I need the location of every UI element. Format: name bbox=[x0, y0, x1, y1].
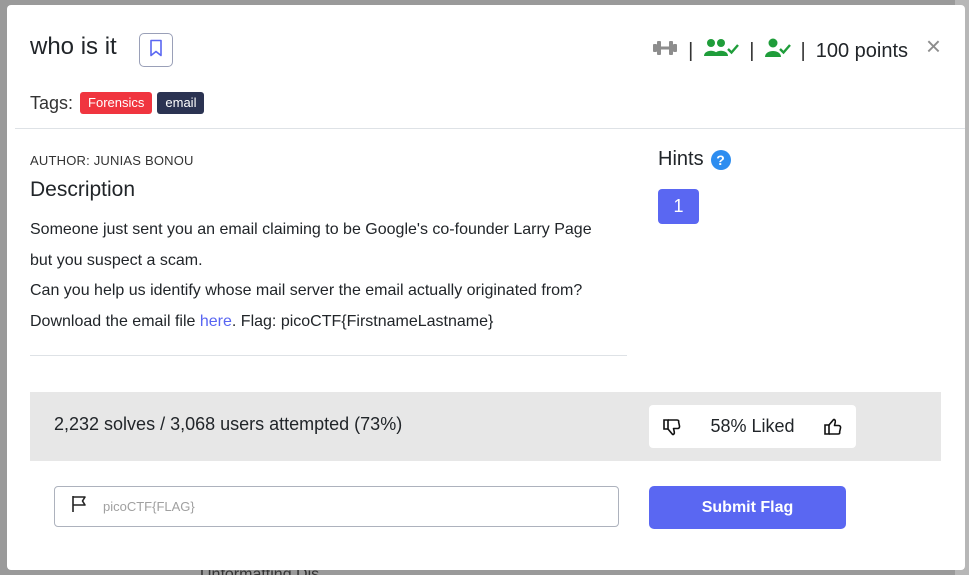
tags-label: Tags: bbox=[30, 92, 74, 113]
author-label: AUTHOR: JUNIAS BONOU bbox=[30, 153, 194, 168]
meta-separator: | bbox=[800, 39, 806, 62]
meta-separator: | bbox=[749, 39, 755, 62]
meta-separator: | bbox=[688, 39, 694, 62]
description-line: but you suspect a scam. bbox=[30, 251, 203, 269]
hint-button-1[interactable]: 1 bbox=[658, 189, 699, 224]
description-heading: Description bbox=[30, 178, 136, 201]
download-link[interactable]: here bbox=[200, 313, 232, 330]
thumbs-down-icon[interactable] bbox=[662, 417, 682, 437]
section-divider bbox=[30, 355, 627, 356]
solves-count: 2,232 solves / 3,068 users attempted (73… bbox=[54, 414, 403, 434]
bookmark-icon bbox=[149, 39, 163, 62]
description-line: Download the email file here. Flag: pico… bbox=[30, 307, 630, 338]
stats-bar: 2,232 solves / 3,068 users attempted (73… bbox=[30, 392, 941, 461]
description-section: AUTHOR: JUNIAS BONOU Description Someone… bbox=[30, 153, 630, 337]
dumbbell-icon bbox=[652, 39, 678, 63]
tag-forensics[interactable]: Forensics bbox=[80, 92, 153, 114]
like-percentage: 58% Liked bbox=[710, 416, 795, 436]
help-icon[interactable]: ? bbox=[710, 149, 731, 170]
tags-row: Tags: Forensics email bbox=[30, 92, 209, 114]
points-value: 100 points bbox=[815, 39, 908, 62]
tag-email[interactable]: email bbox=[157, 92, 205, 114]
modal-header: who is it Tags: Forensics email | | | 10… bbox=[15, 5, 965, 129]
description-body: Someone just sent you an email claiming … bbox=[30, 215, 630, 337]
flag-field[interactable] bbox=[54, 486, 619, 527]
hints-label: Hints bbox=[658, 148, 704, 170]
submit-flag-button[interactable]: Submit Flag bbox=[649, 486, 846, 529]
download-text: Download the email file bbox=[30, 312, 200, 330]
challenge-title: who is it bbox=[30, 33, 117, 60]
hints-section: Hints ? 1 bbox=[658, 148, 731, 224]
like-box: 58% Liked bbox=[649, 405, 856, 448]
hints-heading: Hints ? bbox=[658, 148, 731, 171]
flag-input[interactable] bbox=[103, 499, 583, 514]
challenge-meta: | | | 100 points bbox=[652, 38, 908, 64]
flag-format-text: . Flag: picoCTF{FirstnameLastname} bbox=[231, 312, 494, 330]
users-check-icon bbox=[703, 38, 740, 64]
description-line: Someone just sent you an email claiming … bbox=[30, 221, 592, 238]
user-check-icon bbox=[764, 38, 791, 64]
description-line: Can you help us identify whose mail serv… bbox=[30, 282, 583, 299]
flag-icon bbox=[71, 495, 87, 518]
bookmark-button[interactable] bbox=[139, 33, 173, 67]
challenge-modal: who is it Tags: Forensics email | | | 10… bbox=[7, 5, 965, 570]
close-icon[interactable]: × bbox=[926, 33, 941, 59]
thumbs-up-icon[interactable] bbox=[823, 417, 843, 437]
